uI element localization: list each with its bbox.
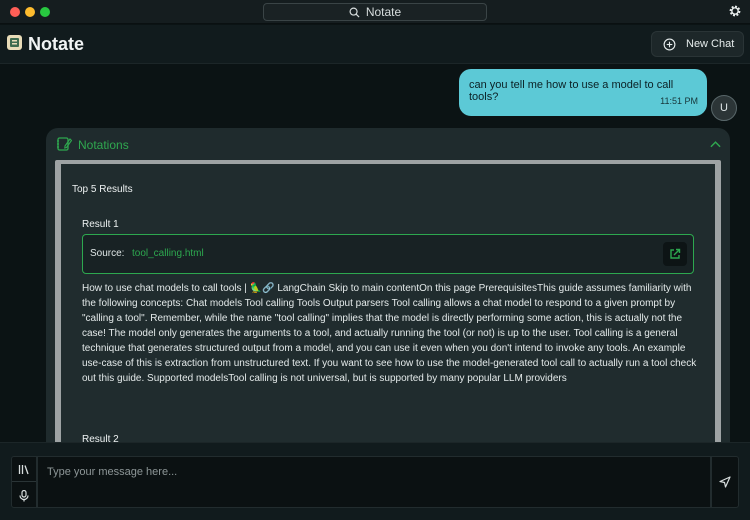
chevron-up-icon[interactable]	[710, 140, 721, 148]
results-list[interactable]: Top 5 Results Result 1 Source: tool_call…	[61, 164, 715, 460]
composer-tools	[11, 456, 37, 508]
library-button[interactable]	[12, 457, 36, 482]
gear-icon[interactable]	[728, 4, 742, 18]
app-logo-icon	[7, 35, 22, 50]
notations-panel: Notations Top 5 Results Result 1 Source:…	[46, 128, 730, 460]
source-label: Source:	[90, 248, 125, 259]
open-source-button[interactable]	[663, 242, 687, 266]
notebook-icon	[57, 137, 72, 151]
message-composer	[0, 442, 750, 520]
plus-circle-icon	[663, 38, 676, 50]
send-button[interactable]	[711, 456, 739, 508]
notations-title: Notations	[78, 138, 129, 152]
send-icon	[719, 476, 731, 488]
microphone-icon	[19, 489, 29, 501]
minimize-window-button[interactable]	[25, 7, 35, 17]
library-icon	[18, 464, 29, 474]
message-input[interactable]	[37, 456, 711, 508]
result-text: How to use chat models to call tools | 🦜…	[82, 283, 697, 384]
search-icon	[349, 7, 360, 18]
microphone-button[interactable]	[12, 483, 36, 508]
window-search-label: Notate	[365, 5, 402, 19]
app-title: Notate	[28, 34, 85, 54]
user-avatar: U	[711, 95, 737, 121]
window-titlebar: Notate	[0, 0, 750, 24]
external-link-icon	[670, 248, 681, 259]
window-search[interactable]: Notate	[263, 3, 487, 21]
result-source-box: Source: tool_calling.html	[82, 234, 694, 274]
result-title: Result 1	[82, 219, 119, 230]
user-message-bubble: can you tell me how to use a model to ca…	[459, 69, 707, 116]
results-heading: Top 5 Results	[72, 184, 133, 195]
maximize-window-button[interactable]	[40, 7, 50, 17]
results-frame: Top 5 Results Result 1 Source: tool_call…	[55, 160, 721, 460]
source-file-link[interactable]: tool_calling.html	[132, 248, 204, 259]
new-chat-label: New Chat	[686, 38, 735, 50]
new-chat-button[interactable]: New Chat	[651, 31, 744, 57]
app-header: Notate New Chat	[0, 25, 750, 64]
close-window-button[interactable]	[10, 7, 20, 17]
user-message-time: 11:51 PM	[660, 96, 698, 106]
